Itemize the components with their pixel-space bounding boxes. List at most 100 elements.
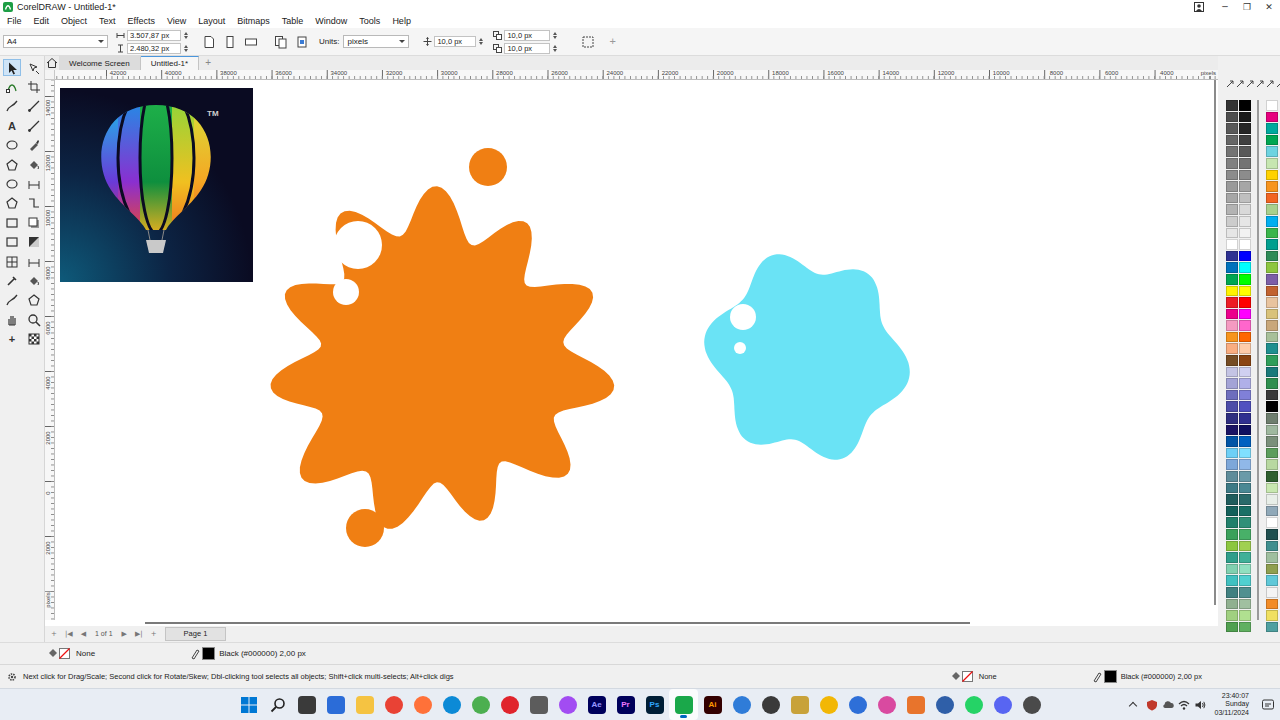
color-swatch[interactable]	[1239, 413, 1251, 424]
color-swatch[interactable]	[1226, 610, 1238, 621]
menu-item[interactable]: Bitmaps	[231, 14, 276, 28]
color-swatch[interactable]	[1266, 483, 1278, 494]
color-swatch[interactable]	[1266, 541, 1278, 552]
color-swatch[interactable]	[1239, 506, 1251, 517]
color-swatch[interactable]	[1266, 146, 1278, 157]
menu-item[interactable]: Tools	[353, 14, 386, 28]
new-tab-button[interactable]: +	[199, 56, 217, 70]
color-swatch[interactable]	[1226, 193, 1238, 204]
color-swatch[interactable]	[1226, 471, 1238, 482]
page-nav-button[interactable]: ◀	[77, 629, 90, 639]
shape-body[interactable]	[704, 254, 910, 459]
color-swatch[interactable]	[1226, 622, 1238, 633]
taskbar-app[interactable]: Pr	[611, 689, 640, 720]
color-swatch[interactable]	[1266, 552, 1278, 563]
color-swatch[interactable]	[1239, 158, 1251, 169]
color-swatch[interactable]	[1239, 459, 1251, 470]
page-options-icon[interactable]	[200, 33, 218, 51]
wifi-icon[interactable]	[1178, 699, 1190, 711]
color-swatch[interactable]	[1266, 587, 1278, 598]
color-swatch[interactable]	[1226, 436, 1238, 447]
taskbar-app[interactable]: Ps	[640, 689, 669, 720]
coreldraw-logo-image[interactable]: TM	[60, 88, 253, 282]
tool-button[interactable]: +	[3, 330, 21, 347]
color-swatch[interactable]	[1226, 158, 1238, 169]
color-swatch[interactable]	[1239, 541, 1251, 552]
document-tab[interactable]: Welcome Screen	[59, 56, 141, 70]
tool-button[interactable]	[3, 137, 21, 154]
palette-option-icon[interactable]	[1226, 79, 1235, 88]
show-hidden-icons-button[interactable]	[1129, 702, 1137, 710]
color-swatch[interactable]	[1266, 378, 1278, 389]
taskbar-app[interactable]	[814, 689, 843, 720]
spinner[interactable]	[476, 36, 485, 47]
color-swatch[interactable]	[1239, 135, 1251, 146]
page-size-select[interactable]: A4	[3, 35, 108, 48]
color-swatch[interactable]	[1226, 575, 1238, 586]
number-field[interactable]: 10,0 px	[504, 43, 550, 54]
color-swatch[interactable]	[1266, 309, 1278, 320]
color-swatch[interactable]	[1266, 320, 1278, 331]
page-tab[interactable]: Page 1	[165, 627, 227, 641]
color-swatch[interactable]	[1226, 494, 1238, 505]
notifications-icon[interactable]	[1261, 698, 1275, 712]
color-swatch[interactable]	[1226, 204, 1238, 215]
color-swatch[interactable]	[1266, 158, 1278, 169]
tool-button[interactable]	[3, 311, 21, 328]
taskbar-app[interactable]	[1017, 689, 1046, 720]
taskbar-app[interactable]	[524, 689, 553, 720]
color-swatch[interactable]	[1266, 343, 1278, 354]
menu-item[interactable]: View	[161, 14, 192, 28]
restore-button[interactable]: ❐	[1236, 0, 1258, 14]
color-swatch[interactable]	[1239, 251, 1251, 262]
spinner[interactable]	[550, 30, 559, 41]
color-swatch[interactable]	[1266, 181, 1278, 192]
palette-scrollbar[interactable]	[1257, 100, 1259, 620]
menu-item[interactable]: Effects	[122, 14, 161, 28]
color-swatch[interactable]	[1226, 355, 1238, 366]
menu-item[interactable]: Help	[386, 14, 417, 28]
color-swatch[interactable]	[1226, 309, 1238, 320]
color-swatch[interactable]	[1239, 274, 1251, 285]
number-field[interactable]: 3.507,87 px	[127, 30, 181, 41]
all-pages-icon[interactable]	[272, 33, 290, 51]
tool-button[interactable]	[25, 156, 43, 173]
tool-button[interactable]	[25, 330, 43, 347]
color-swatch[interactable]	[1266, 332, 1278, 343]
color-swatch[interactable]	[1266, 228, 1278, 239]
tool-button[interactable]	[3, 253, 21, 270]
tool-button[interactable]	[25, 98, 43, 115]
tool-button[interactable]	[25, 272, 43, 289]
security-icon[interactable]	[1146, 699, 1158, 711]
shape-body[interactable]	[271, 186, 615, 529]
menu-item[interactable]: Text	[93, 14, 122, 28]
color-swatch[interactable]	[1239, 599, 1251, 610]
color-swatch[interactable]	[1226, 506, 1238, 517]
color-swatch[interactable]	[1266, 112, 1278, 123]
taskbar-app[interactable]	[495, 689, 524, 720]
color-swatch[interactable]	[1239, 494, 1251, 505]
menu-item[interactable]: Layout	[192, 14, 231, 28]
color-swatch[interactable]	[1239, 564, 1251, 575]
color-swatch[interactable]	[1266, 494, 1278, 505]
color-swatch[interactable]	[1226, 216, 1238, 227]
spinner[interactable]	[550, 43, 559, 54]
color-swatch[interactable]	[1226, 587, 1238, 598]
color-swatch[interactable]	[1239, 517, 1251, 528]
color-swatch[interactable]	[1239, 309, 1251, 320]
tool-button[interactable]: A	[3, 117, 21, 134]
tool-button[interactable]	[25, 292, 43, 309]
tool-button[interactable]	[3, 156, 21, 173]
taskbar-app[interactable]	[263, 689, 292, 720]
color-swatch[interactable]	[1226, 146, 1238, 157]
taskbar-app[interactable]	[901, 689, 930, 720]
color-swatch[interactable]	[1226, 100, 1238, 111]
color-swatch[interactable]	[1239, 367, 1251, 378]
taskbar-app[interactable]: Ae	[582, 689, 611, 720]
tool-button[interactable]	[3, 272, 21, 289]
page-nav-button[interactable]: +	[47, 629, 61, 639]
color-swatch[interactable]	[1226, 297, 1238, 308]
color-swatch[interactable]	[1266, 425, 1278, 436]
vertical-scrollbar[interactable]	[1212, 80, 1218, 620]
number-field[interactable]: 2.480,32 px	[127, 43, 181, 54]
